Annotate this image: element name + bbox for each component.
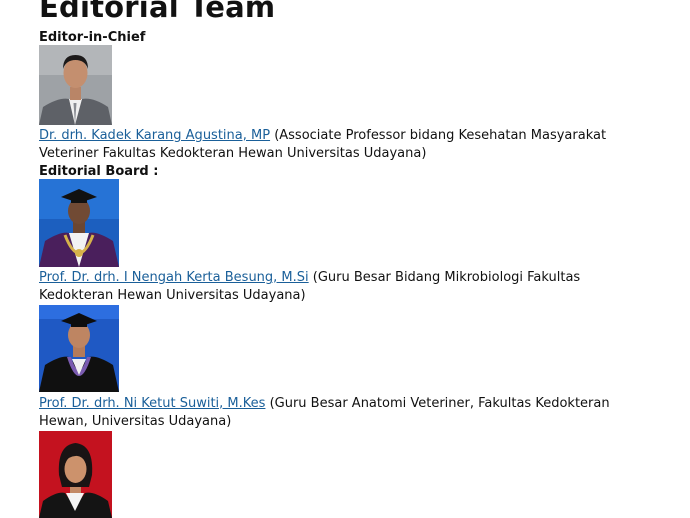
board-member-photo [39, 179, 119, 267]
editorial-board-heading: Editorial Board : [39, 164, 159, 179]
editor-in-chief-heading: Editor-in-Chief [39, 30, 146, 45]
board-member-name-link[interactable]: Prof. Dr. drh. Ni Ketut Suwiti, M.Kes [39, 396, 265, 411]
board-member-name-link[interactable]: Prof. Dr. drh. I Nengah Kerta Besung, M.… [39, 270, 309, 285]
board-member-entry: Prof. Dr. drh. Ni Ketut Suwiti, M.Kes (G… [39, 395, 639, 431]
page-title: Editorial Team [39, 0, 276, 24]
editor-in-chief-entry: Dr. drh. Kadek Karang Agustina, MP (Asso… [39, 127, 639, 163]
editor-in-chief-name-link[interactable]: Dr. drh. Kadek Karang Agustina, MP [39, 128, 270, 143]
editor-in-chief-photo [39, 45, 112, 125]
board-member-photo [39, 305, 119, 392]
board-member-entry: Prof. Dr. drh. I Nengah Kerta Besung, M.… [39, 269, 639, 305]
board-member-photo [39, 431, 112, 518]
